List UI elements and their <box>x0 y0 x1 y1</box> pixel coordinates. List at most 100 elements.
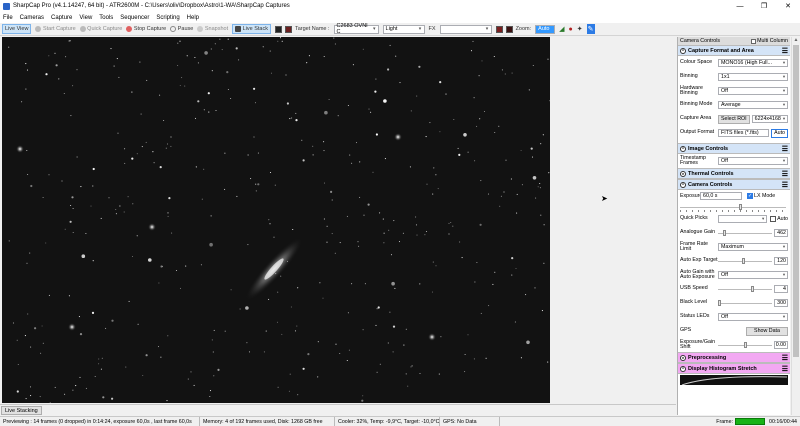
exposure-gain-shift-input[interactable]: 0.00 <box>774 341 788 349</box>
menu-cameras[interactable]: Cameras <box>20 15 44 21</box>
binning-select[interactable]: 1x1 ▾ <box>718 73 788 81</box>
target-icon[interactable]: ✦ <box>577 24 583 34</box>
section-preprocessing[interactable]: v Preprocessing ☰ <box>678 352 790 363</box>
menu-scripting[interactable]: Scripting <box>156 15 179 21</box>
star <box>410 110 412 112</box>
binning-label: Binning <box>680 73 698 80</box>
black-level-slider[interactable] <box>718 299 772 307</box>
exposure-gain-shift-slider[interactable] <box>718 341 772 349</box>
capture-area-select[interactable]: 6224x4168 ▾ <box>751 115 788 123</box>
frame-rate-select[interactable]: Maximum ▾ <box>718 243 788 251</box>
capture-area-label: Capture Area <box>680 115 712 122</box>
fx-color2-icon[interactable] <box>505 25 513 33</box>
section-capture-format[interactable]: ^ Capture Format and Area ☰ <box>678 45 790 56</box>
star <box>498 125 500 127</box>
histogram-curve <box>681 376 788 386</box>
quick-picks-select[interactable]: ▾ <box>718 215 768 223</box>
binning-mode-select[interactable]: Average ▾ <box>718 101 788 109</box>
analogue-gain-slider[interactable] <box>718 229 772 237</box>
section-thermal-controls[interactable]: v Thermal Controls ☰ <box>678 168 790 179</box>
live-view-button[interactable]: Live View <box>2 24 32 34</box>
exposure-input[interactable]: 60,0 s <box>700 191 742 200</box>
close-button[interactable]: ✕ <box>776 0 800 12</box>
status-leds-select[interactable]: Off ▾ <box>718 313 788 321</box>
auto-output-button[interactable]: Auto <box>771 128 788 138</box>
tab-live-stacking[interactable]: Live Stacking <box>1 406 42 415</box>
maximize-button[interactable]: ❐ <box>752 0 776 12</box>
expand-icon[interactable]: v <box>680 170 686 177</box>
record-icon[interactable]: ● <box>569 24 573 34</box>
scrollbar-thumb[interactable] <box>793 45 799 357</box>
auto-exp-target-input[interactable]: 120 <box>774 257 788 265</box>
hardware-binning-select[interactable]: Off ▾ <box>718 87 788 95</box>
auto-exposure-checkbox[interactable] <box>770 216 777 222</box>
hamburger-menu-icon[interactable]: ☰ <box>782 145 788 153</box>
timestamp-select[interactable]: Off ▾ <box>718 157 788 165</box>
black-level-input[interactable]: 300 <box>774 299 788 307</box>
panel-scrollbar[interactable]: ▲ <box>791 37 800 415</box>
fx-color-icon[interactable] <box>495 25 503 33</box>
stop-capture-button[interactable]: Stop Capture <box>126 24 166 34</box>
minimize-button[interactable]: — <box>728 0 752 12</box>
star <box>370 111 372 113</box>
exposure-slider[interactable] <box>680 203 786 212</box>
hamburger-menu-icon[interactable]: ☰ <box>782 170 788 178</box>
menu-capture[interactable]: Capture <box>51 15 72 21</box>
menu-sequencer[interactable]: Sequencer <box>120 15 149 21</box>
analogue-gain-input[interactable]: 462 <box>774 229 788 237</box>
menu-view[interactable]: View <box>79 15 92 21</box>
scroll-up-icon[interactable]: ▲ <box>792 37 800 45</box>
collapse-icon[interactable]: ^ <box>680 181 686 188</box>
start-capture-button[interactable]: Start Capture <box>35 24 76 34</box>
expand-icon[interactable]: v <box>680 354 686 361</box>
live-stack-button[interactable]: Live Stack <box>232 24 271 34</box>
star <box>339 242 341 244</box>
colour-space-select[interactable]: MONO16 (High Full... ▾ <box>718 59 788 67</box>
hamburger-menu-icon[interactable]: ☰ <box>782 47 788 55</box>
collapse-icon[interactable]: ^ <box>680 47 686 54</box>
section-camera-controls[interactable]: ^ Camera Controls ☰ <box>678 179 790 190</box>
star <box>94 375 96 378</box>
lx-mode-checkbox[interactable]: ✓ <box>747 192 753 199</box>
multi-column-toggle[interactable]: Multi Column <box>751 38 788 44</box>
menu-help[interactable]: Help <box>187 15 199 21</box>
star <box>90 205 92 207</box>
section-image-controls[interactable]: ^ Image Controls ☰ <box>678 143 790 154</box>
menu-tools[interactable]: Tools <box>99 15 113 21</box>
hamburger-menu-icon[interactable]: ☰ <box>782 181 788 189</box>
histogram-display[interactable] <box>680 375 788 386</box>
histogram-icon[interactable]: ◢ <box>559 24 564 34</box>
star <box>91 311 95 314</box>
auto-exp-target-slider[interactable] <box>718 257 772 265</box>
snapshot-button[interactable]: Snapshot <box>197 24 228 34</box>
show-data-button[interactable]: Show Data <box>746 326 788 336</box>
section-histogram-stretch[interactable]: ^ Display Histogram Stretch ☰ <box>678 363 790 374</box>
panel-header: Camera Controls Multi Column <box>678 37 790 45</box>
frame-progress-bar <box>735 418 766 425</box>
star <box>127 196 129 198</box>
color-swatch-icon[interactable] <box>274 25 282 33</box>
frame-type-select[interactable]: Light ▾ <box>382 24 425 34</box>
hamburger-menu-icon[interactable]: ☰ <box>782 354 788 362</box>
fx-select[interactable]: ▾ <box>439 24 492 34</box>
target-name-select[interactable]: C2683 OVNI C ▾ <box>333 23 379 35</box>
collapse-icon[interactable]: ^ <box>680 365 686 372</box>
quick-capture-button[interactable]: Quick Capture <box>79 24 122 34</box>
auto-gain-select[interactable]: Off ▾ <box>718 271 788 279</box>
tool-icon[interactable]: ✎ <box>586 24 595 34</box>
zoom-select[interactable]: Auto <box>535 24 556 34</box>
collapse-icon[interactable]: ^ <box>680 145 686 152</box>
pause-button[interactable]: Pause <box>170 24 193 34</box>
output-format-select[interactable]: FITS files (*.fits) <box>718 129 770 137</box>
image-viewport[interactable] <box>2 37 550 403</box>
multi-column-checkbox[interactable] <box>751 38 757 44</box>
quick-capture-icon <box>79 26 86 32</box>
red-swatch-icon[interactable] <box>284 25 292 33</box>
hamburger-menu-icon[interactable]: ☰ <box>782 365 788 373</box>
bright-star <box>148 223 156 231</box>
select-roi-button[interactable]: Select ROI <box>718 114 750 124</box>
usb-speed-input[interactable]: 4 <box>774 285 788 293</box>
usb-speed-slider[interactable] <box>718 285 772 293</box>
menu-file[interactable]: File <box>3 15 13 21</box>
star <box>167 215 169 217</box>
